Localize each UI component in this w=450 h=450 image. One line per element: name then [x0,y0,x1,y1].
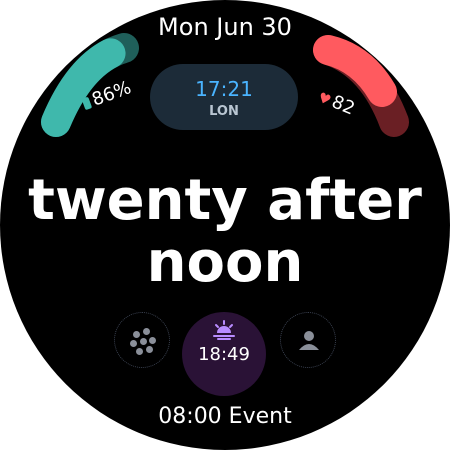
time-words-line-1: twenty after [28,168,422,233]
contact-complication[interactable] [280,312,336,368]
sunset-complication[interactable]: 18:49 [182,312,266,396]
sunset-time: 18:49 [198,344,250,365]
contact-icon [299,331,319,350]
world-clock-complication[interactable]: 17:21 LON [150,64,298,130]
heart-rate-gauge-fill [313,35,397,107]
date-label: Mon Jun 30 [158,13,292,41]
world-clock-time: 17:21 [195,77,253,101]
next-event[interactable]: 08:00 Event [0,404,450,429]
apps-icon [130,328,156,355]
world-clock-city: LON [209,104,239,119]
time-in-words: twenty after noon [0,170,450,294]
watch-face: Mon Jun 30 17:21 LON 86% ♥82 twenty afte… [0,0,450,450]
apps-complication[interactable] [114,312,170,368]
sunset-icon [213,320,235,340]
time-words-line-2: noon [146,230,304,295]
